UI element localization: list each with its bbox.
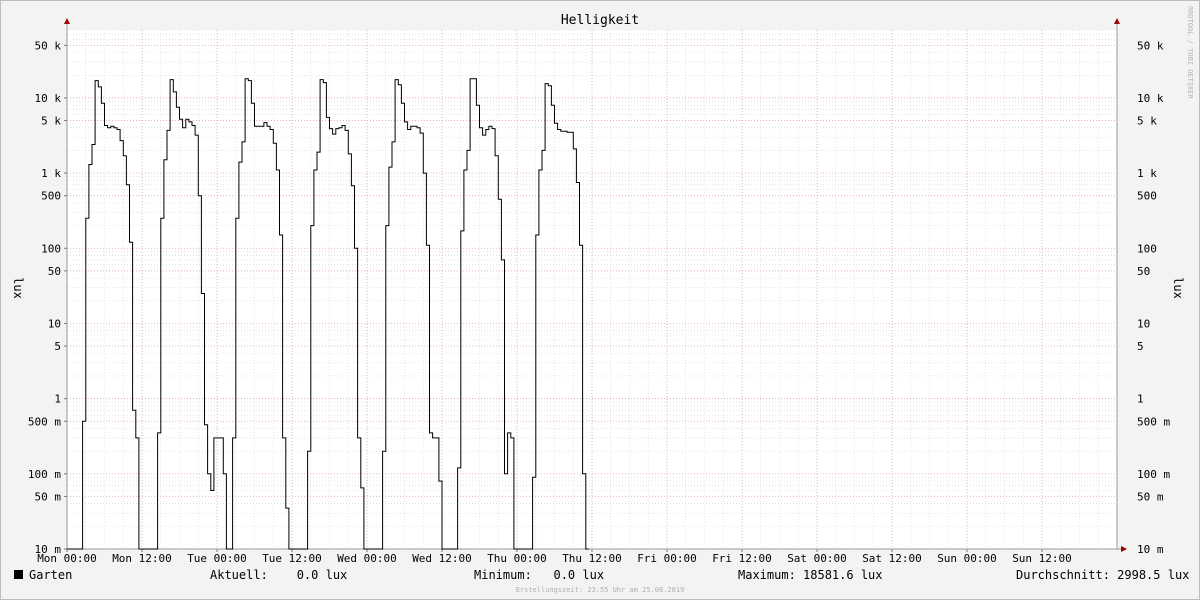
legend-series-name: Garten	[29, 568, 73, 582]
y-tick-label-right: 50	[1137, 265, 1150, 278]
y-axis-label-right: lux	[1171, 277, 1185, 299]
y-tick-label-left: 100	[41, 242, 61, 255]
x-tick-label: Sun 00:00	[937, 552, 997, 565]
footer-timestamp: Erstellungszeit: 23:55 Uhr am 25.08.2019	[515, 586, 685, 594]
y-tick-label-right: 10 k	[1137, 92, 1164, 105]
legend-swatch	[14, 570, 23, 579]
y-axis-arrow-left	[64, 18, 70, 24]
chart-svg: 50 k 50 k 10 k 10 k 5 k 5 k 1 k 1 k 500 500 100 100…	[11, 13, 1185, 565]
x-tick-label: Tue 12:00	[262, 552, 322, 565]
y-tick-label-left: 100 m	[28, 468, 61, 481]
y-tick-label-left: 10 k	[35, 92, 62, 105]
grid	[66, 29, 1118, 550]
y-tick-label-left: 1	[54, 393, 61, 406]
rrdtool-watermark: RRDTOOL / TOBI OETIKER	[1186, 6, 1194, 99]
y-tick-label-left: 50 k	[35, 39, 62, 52]
x-tick-label: Thu 12:00	[562, 552, 622, 565]
y-tick-label-right: 5	[1137, 340, 1144, 353]
legend-maximum: Maximum: 18581.6 lux	[738, 568, 883, 582]
y-tick-label-right: 10 m	[1137, 543, 1164, 556]
y-tick-label-right: 500	[1137, 190, 1157, 203]
y-tick-label-left: 5 k	[41, 115, 61, 128]
chart-title: Helligkeit	[561, 13, 639, 28]
y-axis-label-left: lux	[11, 277, 25, 299]
x-tick-label: Wed 00:00	[337, 552, 397, 565]
y-tick-label-right: 50 m	[1137, 490, 1164, 503]
x-tick-label: Thu 00:00	[487, 552, 547, 565]
x-tick-label: Fri 00:00	[637, 552, 697, 565]
y-tick-label-right: 1	[1137, 393, 1144, 406]
y-tick-label-right: 100	[1137, 242, 1157, 255]
y-tick-label-right: 500 m	[1137, 415, 1170, 428]
y-tick-label-right: 50 k	[1137, 39, 1164, 52]
legend-current: Aktuell: 0.0 lux	[210, 568, 348, 582]
y-tick-label-left: 1 k	[41, 167, 61, 180]
y-tick-label-left: 50 m	[35, 490, 62, 503]
x-tick-label: Wed 12:00	[412, 552, 472, 565]
y-tick-label-right: 10	[1137, 317, 1150, 330]
y-tick-label-right: 5 k	[1137, 115, 1157, 128]
x-tick-label: Tue 00:00	[187, 552, 247, 565]
legend-minimum: Minimum: 0.0 lux	[474, 568, 605, 582]
y-tick-label-left: 500	[41, 190, 61, 203]
x-tick-label: Sat 00:00	[787, 552, 847, 565]
y-tick-label-left: 50	[48, 265, 61, 278]
y-tick-label-left: 5	[54, 340, 61, 353]
x-tick-label: Sat 12:00	[862, 552, 922, 565]
legend-average: Durchschnitt: 2998.5 lux	[1016, 568, 1190, 582]
x-tick-label: Sun 12:00	[1012, 552, 1072, 565]
y-tick-label-left: 10	[48, 317, 61, 330]
y-tick-label-right: 1 k	[1137, 167, 1157, 180]
x-tick-label: Mon 12:00	[112, 552, 172, 565]
y-tick-label-left: 500 m	[28, 415, 61, 428]
legend-series: Garten	[14, 568, 72, 582]
y-axis-arrow-right	[1114, 18, 1120, 24]
x-axis-arrow	[1121, 546, 1127, 552]
y-tick-label-right: 100 m	[1137, 468, 1170, 481]
x-tick-label: Fri 12:00	[712, 552, 772, 565]
x-tick-label: Mon 00:00	[37, 552, 97, 565]
